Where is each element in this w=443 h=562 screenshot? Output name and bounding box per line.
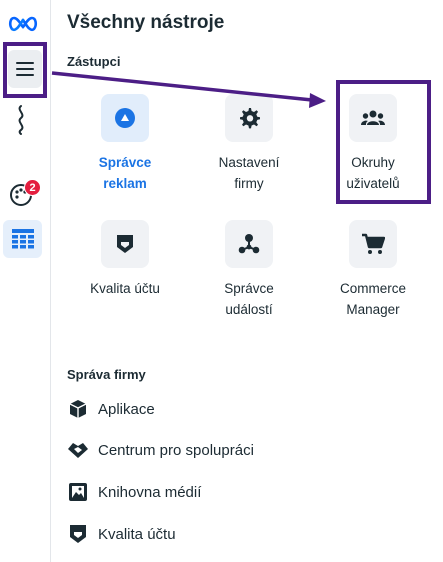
squiggle-icon[interactable]: [15, 104, 27, 136]
highlight-box-audiences: [336, 80, 431, 204]
list-item-label: Aplikace: [98, 400, 155, 418]
tile-events-manager[interactable]: Správce událostí: [194, 220, 304, 320]
list-item-label: Kvalita účtu: [98, 525, 176, 543]
highlight-box-menu: [3, 42, 47, 98]
meta-logo-icon[interactable]: [8, 14, 38, 34]
tile-account-quality[interactable]: Kvalita účtu: [70, 220, 180, 299]
tile-label: Commerce Manager: [339, 281, 406, 317]
tile-business-settings[interactable]: Nastavení firmy: [194, 94, 304, 194]
notification-badge: 2: [24, 179, 41, 196]
ads-manager-icon: [115, 108, 135, 128]
list-item-centrum-pro-spolupraci[interactable]: Centrum pro spolupráci: [67, 437, 254, 463]
list-item-knihovna-medii[interactable]: Knihovna médií: [67, 479, 201, 505]
section-label-zastupci: Zástupci: [67, 54, 121, 69]
shield-icon: [67, 523, 89, 545]
tile-label: Správce reklam: [98, 155, 152, 191]
gear-icon-box: [225, 94, 273, 142]
shield-icon-box: [101, 220, 149, 268]
table-grid-icon: [11, 229, 34, 249]
handshake-icon: [67, 439, 89, 461]
tile-commerce-manager[interactable]: Commerce Manager: [318, 220, 428, 320]
tile-label: Nastavení firmy: [218, 155, 280, 191]
list-item-kvalita-uctu[interactable]: Kvalita účtu: [67, 521, 176, 547]
list-item-aplikace[interactable]: Aplikace: [67, 396, 155, 422]
all-tools-button[interactable]: [3, 220, 42, 258]
tile-label: Správce událostí: [224, 281, 274, 317]
cart-icon: [362, 233, 385, 254]
list-item-label: Knihovna médií: [98, 483, 202, 501]
shield-icon: [117, 235, 133, 253]
events-manager-icon-box: [225, 220, 273, 268]
tile-ads-manager[interactable]: Správce reklam: [70, 94, 180, 194]
ads-manager-icon-box: [101, 94, 149, 142]
events-manager-icon: [238, 234, 260, 254]
page-title: Všechny nástroje: [67, 12, 225, 33]
tile-label: Kvalita účtu: [90, 281, 160, 296]
cube-icon: [67, 398, 89, 420]
cart-icon-box: [349, 220, 397, 268]
gear-icon: [240, 108, 260, 129]
section-label-sprava-firmy: Správa firmy: [67, 367, 146, 382]
list-item-label: Centrum pro spolupráci: [98, 441, 254, 459]
media-library-icon: [67, 481, 89, 503]
